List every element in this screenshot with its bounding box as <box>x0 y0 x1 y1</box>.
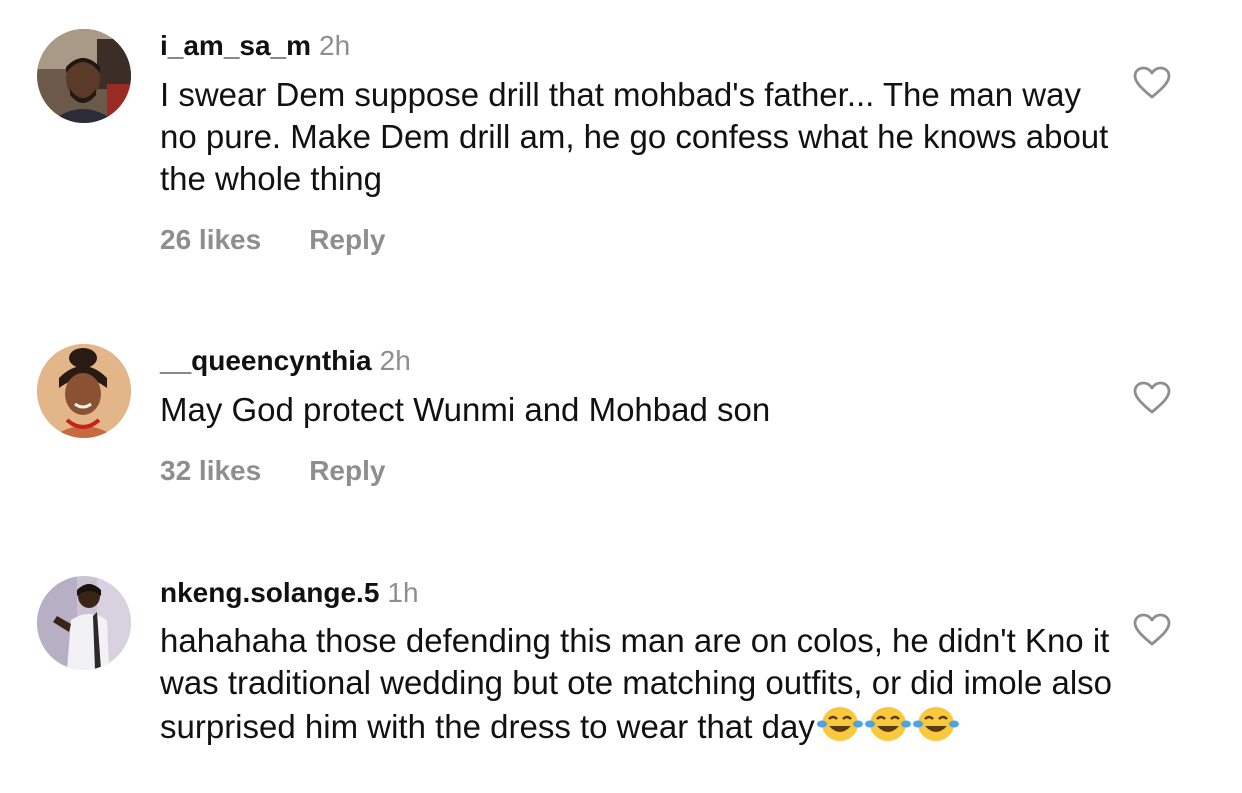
woman-posing-avatar-icon <box>37 576 131 670</box>
comment-actions: 26 likes Reply <box>160 223 385 257</box>
avatar[interactable] <box>37 344 131 438</box>
face-with-tears-of-joy-icon <box>912 707 959 741</box>
emoji-group <box>815 707 959 745</box>
comment-text: May God protect Wunmi and Mohbad son <box>160 391 771 428</box>
username[interactable]: i_am_sa_m <box>160 30 311 61</box>
reply-button[interactable]: Reply <box>309 455 385 486</box>
comment-text: hahahaha those defending this man are on… <box>160 620 1120 748</box>
heart-outline-icon[interactable] <box>1133 381 1171 415</box>
woman-smiling-avatar-icon <box>37 344 131 438</box>
like-count[interactable]: 32 likes <box>160 455 261 486</box>
comment-text: I swear Dem suppose drill that mohbad's … <box>160 76 1109 197</box>
face-with-tears-of-joy-icon <box>864 707 911 741</box>
avatar[interactable] <box>37 576 131 670</box>
face-with-tears-of-joy-icon <box>816 707 863 741</box>
reply-button[interactable]: Reply <box>309 224 385 255</box>
avatar[interactable] <box>37 29 131 123</box>
man-in-car-avatar-icon <box>37 29 131 123</box>
heart-outline-icon[interactable] <box>1133 613 1171 647</box>
username[interactable]: __queencynthia <box>160 345 372 376</box>
comment-time: 1h <box>387 577 419 608</box>
username[interactable]: nkeng.solange.5 <box>160 577 379 608</box>
like-count[interactable]: 26 likes <box>160 224 261 255</box>
comment-header: nkeng.solange.5 1h <box>160 576 419 610</box>
comment-time: 2h <box>379 345 411 376</box>
comment-header: i_am_sa_m 2h <box>160 29 350 63</box>
comment-header: __queencynthia 2h <box>160 344 411 378</box>
comment-actions: 32 likes Reply <box>160 454 385 488</box>
heart-outline-icon[interactable] <box>1133 66 1171 100</box>
comment-time: 2h <box>319 30 351 61</box>
comment-text-content: hahahaha those defending this man are on… <box>160 622 1113 745</box>
